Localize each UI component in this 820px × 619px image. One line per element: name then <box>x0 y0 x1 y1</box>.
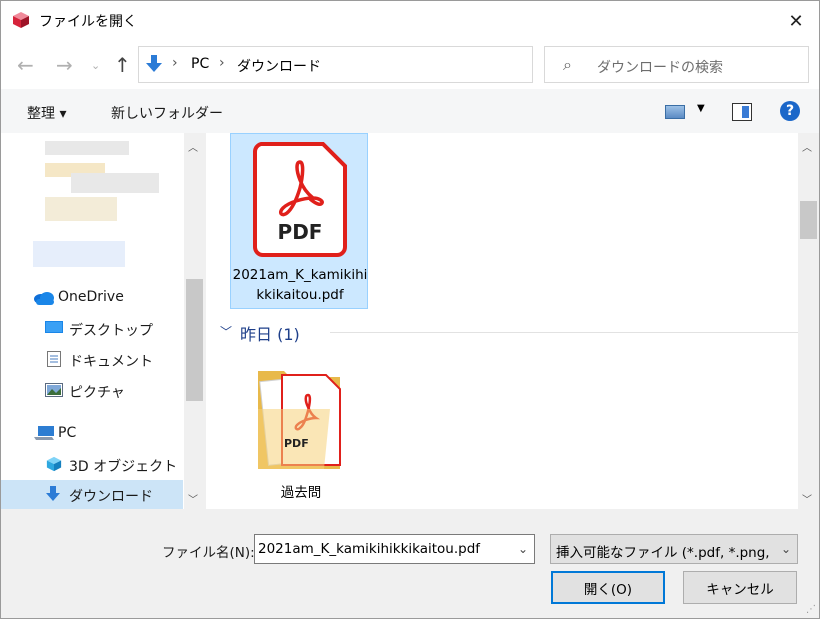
filename-value: 2021am_K_kamikihikkikaitou.pdf <box>258 541 481 557</box>
blurred-item <box>71 173 159 193</box>
address-bar[interactable]: › PC › ダウンロード ⌄ ↻ <box>138 46 657 83</box>
download-arrow-icon <box>46 486 60 501</box>
sidebar-item-3d-objects[interactable]: 3D オブジェクト <box>1 450 183 479</box>
open-button[interactable]: 開く(O) <box>551 571 665 604</box>
up-arrow-icon[interactable]: ↑ <box>114 53 131 77</box>
scrollbar-thumb[interactable] <box>186 279 203 401</box>
command-toolbar: 整理 ▾ 新しいフォルダー ▼ ? <box>1 89 819 133</box>
file-item-selected[interactable]: PDF 2021am_K_kamikihikkikaitou.pdf <box>230 133 368 309</box>
group-divider <box>330 332 800 333</box>
back-arrow-icon[interactable]: ← <box>17 53 34 77</box>
help-icon[interactable]: ? <box>780 101 800 121</box>
navigation-bar: ← → ⌄ ↑ › PC › ダウンロード ⌄ ↻ ⌕ ダウンロードの検索 <box>1 41 819 89</box>
resize-grip-icon[interactable]: ⋰ <box>806 604 816 615</box>
title-bar: ファイルを開く ✕ <box>1 1 819 41</box>
folder-item[interactable]: PDF 過去問 <box>236 361 366 506</box>
scroll-down-icon[interactable]: ﹀ <box>188 491 198 506</box>
file-list-scrollbar[interactable]: ︿ ﹀ <box>798 133 819 509</box>
3d-cube-icon <box>46 456 62 472</box>
sidebar-item-onedrive[interactable]: OneDrive <box>1 283 183 312</box>
file-type-select[interactable]: 挿入可能なファイル (*.pdf, *.png, ⌄ <box>550 534 798 564</box>
pdf-icon-label: PDF <box>277 220 323 244</box>
file-open-dialog: ファイルを開く ✕ ← → ⌄ ↑ › PC › ダウンロード ⌄ ↻ ⌕ ダウ… <box>0 0 820 619</box>
sidebar-item-label: デスクトップ <box>69 323 153 339</box>
chevron-down-icon: ﹀ <box>220 325 233 339</box>
filename-label: ファイル名(N): <box>162 545 255 561</box>
scroll-up-icon[interactable]: ︿ <box>188 139 198 154</box>
download-arrow-icon <box>146 55 162 72</box>
folder-icon-label: PDF <box>284 437 309 450</box>
change-view-icon[interactable] <box>665 105 685 119</box>
chevron-down-icon[interactable]: ⌄ <box>775 535 797 563</box>
sidebar-item-label: PC <box>58 425 77 441</box>
pictures-icon <box>45 383 63 397</box>
sidebar-item-label: ドキュメント <box>69 354 153 370</box>
blurred-item <box>45 197 117 221</box>
search-box[interactable]: ⌕ ダウンロードの検索 <box>544 46 809 83</box>
preview-pane-icon[interactable] <box>732 103 752 121</box>
breadcrumb-separator-icon: › <box>219 55 225 71</box>
scrollbar-thumb[interactable] <box>800 201 817 239</box>
forward-arrow-icon[interactable]: → <box>56 53 73 77</box>
navigation-scrollbar[interactable]: ︿ ﹀ <box>184 133 205 509</box>
file-list-pane: PDF 2021am_K_kamikihikkikaitou.pdf ﹀ 昨日 … <box>206 133 819 509</box>
close-button[interactable]: ✕ <box>773 1 819 41</box>
sidebar-item-downloads[interactable]: ダウンロード <box>1 480 183 509</box>
close-icon: ✕ <box>788 10 804 32</box>
scroll-up-icon[interactable]: ︿ <box>802 139 812 154</box>
search-placeholder: ダウンロードの検索 <box>597 60 723 76</box>
sidebar-item-label: OneDrive <box>58 289 124 305</box>
filename-input[interactable]: 2021am_K_kamikihikkikaitou.pdf ⌄ <box>254 534 535 564</box>
recent-locations-chevron-icon[interactable]: ⌄ <box>91 59 100 72</box>
sidebar-item-desktop[interactable]: デスクトップ <box>1 314 183 343</box>
view-dropdown-icon[interactable]: ▼ <box>697 103 705 114</box>
blurred-item <box>45 141 129 155</box>
sidebar-item-label: 3D オブジェクト <box>69 459 178 475</box>
folder-name: 過去問 <box>280 485 322 501</box>
sidebar-item-label: ピクチャ <box>69 385 125 401</box>
chevron-down-icon[interactable]: ⌄ <box>518 542 528 556</box>
document-icon <box>47 351 61 367</box>
onedrive-cloud-icon <box>34 292 54 305</box>
navigation-pane: OneDrive デスクトップ ドキュメント ピクチャ PC 3D オブジェクト… <box>1 133 205 509</box>
blurred-item <box>33 241 125 267</box>
file-name: 2021am_K_kamikihikkikaitou.pdf <box>232 267 368 303</box>
folder-with-pdf-icon <box>258 371 341 469</box>
cancel-button[interactable]: キャンセル <box>683 571 797 604</box>
sidebar-item-pictures[interactable]: ピクチャ <box>1 376 183 405</box>
group-label: 昨日 (1) <box>240 325 300 344</box>
sidebar-item-pc[interactable]: PC <box>1 419 183 448</box>
file-type-value: 挿入可能なファイル (*.pdf, *.png, <box>556 545 770 561</box>
new-folder-button[interactable]: 新しいフォルダー <box>111 103 223 123</box>
search-icon: ⌕ <box>563 55 572 74</box>
breadcrumb-downloads[interactable]: ダウンロード <box>237 56 321 76</box>
organize-menu[interactable]: 整理 ▾ <box>27 103 66 123</box>
desktop-icon <box>45 321 63 333</box>
window-title: ファイルを開く <box>39 14 137 30</box>
breadcrumb-separator-icon: › <box>172 55 178 71</box>
breadcrumb-pc[interactable]: PC <box>191 56 209 72</box>
scroll-down-icon[interactable]: ﹀ <box>802 491 812 506</box>
computer-icon <box>34 426 54 440</box>
sidebar-item-documents[interactable]: ドキュメント <box>1 345 183 374</box>
sidebar-item-label: ダウンロード <box>69 489 153 505</box>
app-cube-icon <box>13 12 29 28</box>
